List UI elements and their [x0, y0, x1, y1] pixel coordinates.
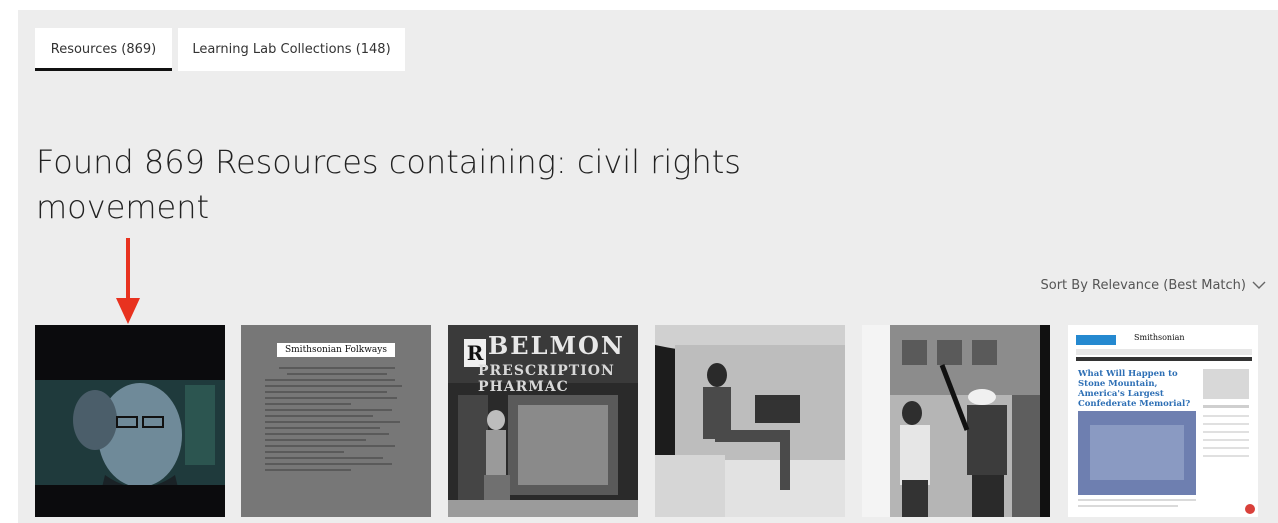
van-photo-image — [655, 325, 845, 517]
document-text-lines — [265, 367, 409, 475]
chevron-down-icon — [1252, 281, 1266, 289]
folkways-brand-text: Smithsonian Folkways — [284, 345, 387, 355]
results-heading-line1: Found 869 Resources containing: civil ri… — [36, 143, 741, 181]
search-results-panel: Resources (869) Learning Lab Collections… — [18, 10, 1278, 523]
pharmacy-sign-top: BELMON — [488, 331, 625, 360]
result-thumbnail-folkways-document[interactable]: Smithsonian Folkways — [241, 325, 431, 517]
sort-label: Sort By Relevance (Best Match) — [1040, 278, 1247, 293]
result-thumbnail-man-in-van[interactable] — [655, 325, 845, 517]
results-heading: Found 869 Resources containing: civil ri… — [36, 140, 856, 230]
animated-portrait-image — [35, 325, 225, 517]
result-thumbnail-smithsonian-article[interactable]: Smithsonian What Will Happen to Stone Mo… — [1068, 325, 1258, 517]
result-thumbnail-animated-portrait[interactable] — [35, 325, 225, 517]
sort-dropdown[interactable]: Sort By Relevance (Best Match) — [1041, 278, 1267, 293]
result-thumbnail-belmont-pharmacy[interactable]: R BELMON PRESCRIPTION PHARMAC — [448, 325, 638, 517]
results-grid: Smithsonian Folkways R BELMON PRESCRIPTI… — [34, 325, 1260, 523]
red-arrow-annotation — [116, 238, 140, 324]
folkways-logo: Smithsonian Folkways — [277, 343, 395, 357]
result-thumbnail-police-arrest[interactable] — [862, 325, 1050, 517]
results-heading-line2: movement — [36, 188, 210, 226]
pharmacy-sign-bottom: PRESCRIPTION PHARMAC — [478, 363, 615, 395]
tab-learning-lab-collections[interactable]: Learning Lab Collections (148) — [178, 28, 405, 71]
arrest-photo-image — [862, 325, 1050, 517]
tab-resources[interactable]: Resources (869) — [35, 28, 172, 71]
article-layout — [1078, 369, 1255, 514]
